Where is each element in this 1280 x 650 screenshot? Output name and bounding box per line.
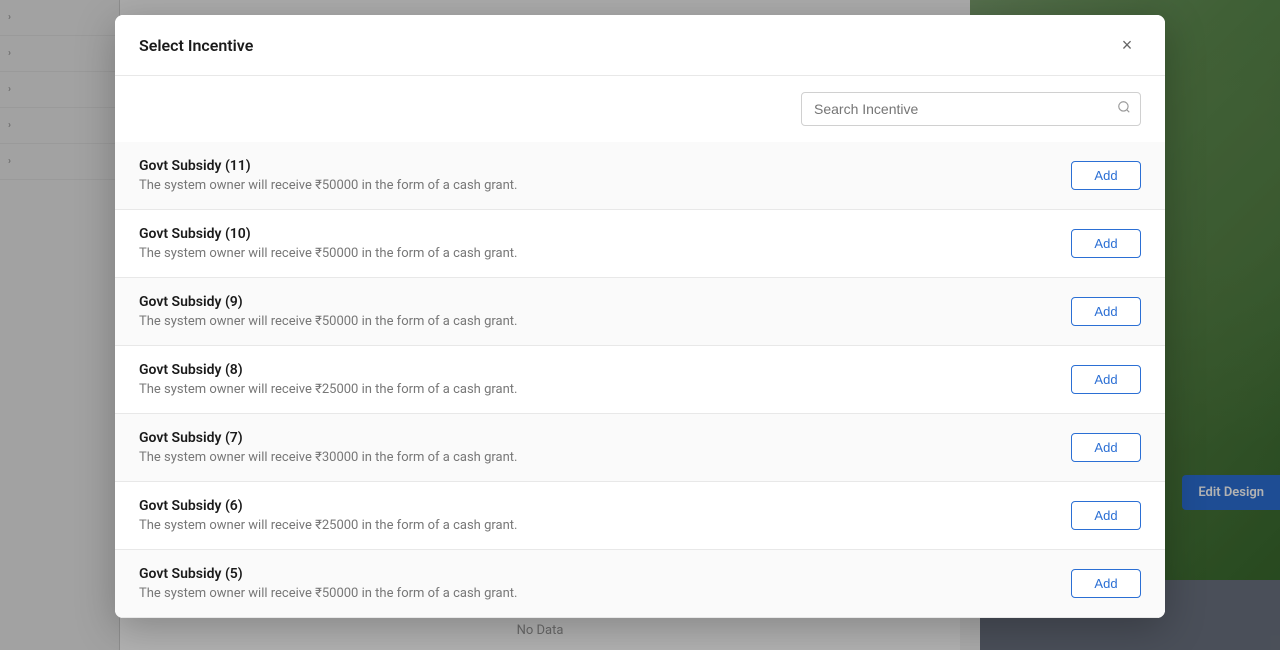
incentive-desc-6: The system owner will receive ₹50000 in … xyxy=(139,586,1071,601)
modal-search-bar xyxy=(115,76,1165,142)
add-incentive-button-5[interactable]: Add xyxy=(1071,501,1141,530)
search-incentive-input[interactable] xyxy=(801,92,1141,126)
add-incentive-button-1[interactable]: Add xyxy=(1071,229,1141,258)
incentive-info-3: Govt Subsidy (8) The system owner will r… xyxy=(139,362,1071,397)
incentive-desc-3: The system owner will receive ₹25000 in … xyxy=(139,382,1071,397)
incentive-item: Govt Subsidy (8) The system owner will r… xyxy=(115,346,1165,414)
incentive-info-6: Govt Subsidy (5) The system owner will r… xyxy=(139,566,1071,601)
incentive-name-4: Govt Subsidy (7) xyxy=(139,430,1071,446)
incentive-item: Govt Subsidy (10) The system owner will … xyxy=(115,210,1165,278)
incentive-name-3: Govt Subsidy (8) xyxy=(139,362,1071,378)
incentive-name-6: Govt Subsidy (5) xyxy=(139,566,1071,582)
add-incentive-button-6[interactable]: Add xyxy=(1071,569,1141,598)
incentive-info-5: Govt Subsidy (6) The system owner will r… xyxy=(139,498,1071,533)
incentive-name-1: Govt Subsidy (10) xyxy=(139,226,1071,242)
incentive-desc-5: The system owner will receive ₹25000 in … xyxy=(139,518,1071,533)
incentive-item: Govt Subsidy (6) The system owner will r… xyxy=(115,482,1165,550)
modal-close-button[interactable]: × xyxy=(1113,31,1141,59)
select-incentive-modal: Select Incentive × Govt Subsidy (11) The… xyxy=(115,15,1165,618)
add-incentive-button-4[interactable]: Add xyxy=(1071,433,1141,462)
incentive-desc-1: The system owner will receive ₹50000 in … xyxy=(139,246,1071,261)
modal-header: Select Incentive × xyxy=(115,15,1165,76)
incentive-name-0: Govt Subsidy (11) xyxy=(139,158,1071,174)
modal-title: Select Incentive xyxy=(139,36,253,55)
incentive-name-2: Govt Subsidy (9) xyxy=(139,294,1071,310)
incentive-desc-4: The system owner will receive ₹30000 in … xyxy=(139,450,1071,465)
search-input-wrapper xyxy=(801,92,1141,126)
incentive-info-2: Govt Subsidy (9) The system owner will r… xyxy=(139,294,1071,329)
incentive-name-5: Govt Subsidy (6) xyxy=(139,498,1071,514)
incentive-desc-0: The system owner will receive ₹50000 in … xyxy=(139,178,1071,193)
add-incentive-button-2[interactable]: Add xyxy=(1071,297,1141,326)
incentive-list: Govt Subsidy (11) The system owner will … xyxy=(115,142,1165,618)
search-icon xyxy=(1117,100,1131,118)
modal-backdrop: Select Incentive × Govt Subsidy (11) The… xyxy=(0,0,1280,650)
incentive-info-4: Govt Subsidy (7) The system owner will r… xyxy=(139,430,1071,465)
incentive-item: Govt Subsidy (11) The system owner will … xyxy=(115,142,1165,210)
incentive-info-1: Govt Subsidy (10) The system owner will … xyxy=(139,226,1071,261)
incentive-item: Govt Subsidy (9) The system owner will r… xyxy=(115,278,1165,346)
incentive-info-0: Govt Subsidy (11) The system owner will … xyxy=(139,158,1071,193)
incentive-item: Govt Subsidy (7) The system owner will r… xyxy=(115,414,1165,482)
add-incentive-button-3[interactable]: Add xyxy=(1071,365,1141,394)
incentive-item: Govt Subsidy (5) The system owner will r… xyxy=(115,550,1165,618)
add-incentive-button-0[interactable]: Add xyxy=(1071,161,1141,190)
incentive-desc-2: The system owner will receive ₹50000 in … xyxy=(139,314,1071,329)
